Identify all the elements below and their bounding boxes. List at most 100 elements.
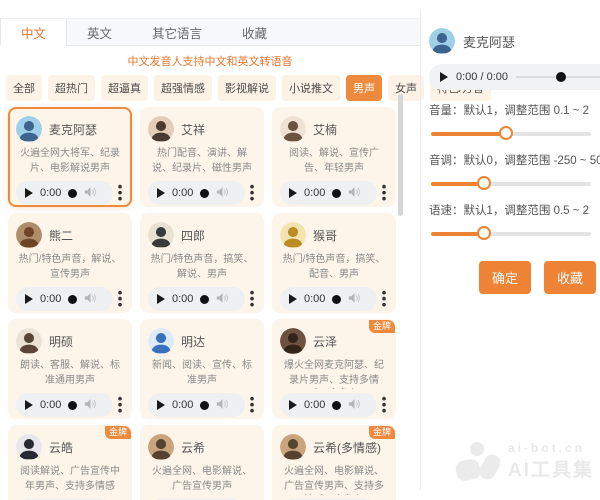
voice-card[interactable]: 猴哥热门/特色声音，搞笑、配音、男声0:00 ••• xyxy=(272,213,396,313)
kebab-menu-icon[interactable]: ••• xyxy=(248,184,256,202)
audio-time: 0:00 xyxy=(304,187,325,199)
audio-progress-knob[interactable] xyxy=(200,189,209,198)
slider-knob[interactable] xyxy=(477,176,491,190)
voice-card[interactable]: 金牌 云希(多情感)火遍全网、电影解说、广告宣传男声、支持多情感、多角色0:00… xyxy=(272,425,396,500)
voice-card[interactable]: 明硕朗读、客服、解说、标准通用男声0:00 ••• xyxy=(8,319,132,419)
audio-time: 0:00 xyxy=(172,187,193,199)
kebab-menu-icon[interactable]: ••• xyxy=(248,290,256,308)
audio-progress-knob[interactable] xyxy=(200,295,209,304)
speaker-icon-wrap[interactable] xyxy=(216,292,229,307)
person-avatar-icon xyxy=(280,116,306,142)
audio-time: 0:00 xyxy=(40,293,61,305)
play-icon[interactable] xyxy=(157,400,165,410)
filter-chip[interactable]: 男声 xyxy=(346,75,382,101)
voice-audio-player[interactable]: 0:00 xyxy=(148,287,245,311)
speaker-icon xyxy=(84,292,97,304)
scrollbar-thumb[interactable] xyxy=(398,94,403,216)
play-icon[interactable] xyxy=(157,188,165,198)
voice-name: 明硕 xyxy=(49,333,73,350)
audio-progress-knob[interactable] xyxy=(200,401,209,410)
favorite-button[interactable]: 收藏 xyxy=(544,261,596,294)
panel-divider xyxy=(420,10,421,490)
voice-card[interactable]: 艾楠阅读、解说、宣传广告、年轻男声0:00 ••• xyxy=(272,107,396,207)
voice-avatar xyxy=(148,116,174,142)
play-icon[interactable] xyxy=(25,188,33,198)
kebab-menu-icon[interactable]: ••• xyxy=(116,184,124,202)
tab-其它语言[interactable]: 其它语言 xyxy=(132,19,222,45)
voice-audio-player[interactable]: 0:00 xyxy=(148,181,245,205)
voice-player-row: 0:00 ••• xyxy=(280,287,388,311)
slider-knob[interactable] xyxy=(499,126,513,140)
play-icon[interactable] xyxy=(289,294,297,304)
voice-controls: 音量：默认1，调整范围 0.1 ~ 2音调：默认0，调整范围 -250 ~ 50… xyxy=(429,102,600,241)
tab-收藏[interactable]: 收藏 xyxy=(222,19,287,45)
person-avatar-icon xyxy=(280,434,306,460)
voice-audio-player[interactable]: 0:00 xyxy=(280,181,377,205)
voice-card[interactable]: 金牌 云泽爆火全网麦克阿瑟、纪录片男声、支持多情感、多角色0:00 ••• xyxy=(272,319,396,419)
preview-audio-player[interactable]: 0:00 / 0:00 xyxy=(429,64,600,90)
speaker-icon-wrap[interactable] xyxy=(348,398,361,413)
speaker-icon-wrap[interactable] xyxy=(84,398,97,413)
audio-progress-knob[interactable] xyxy=(556,72,566,82)
filter-chip[interactable]: 小说推文 xyxy=(282,75,340,101)
kebab-menu-icon[interactable]: ••• xyxy=(380,290,388,308)
filter-chip[interactable]: 超热门 xyxy=(48,75,95,101)
kebab-menu-icon[interactable]: ••• xyxy=(380,396,388,414)
speaker-icon-wrap[interactable] xyxy=(348,292,361,307)
kebab-menu-icon[interactable]: ••• xyxy=(380,184,388,202)
play-icon[interactable] xyxy=(25,294,33,304)
confirm-button[interactable]: 确定 xyxy=(479,261,531,294)
play-icon[interactable] xyxy=(440,72,448,82)
voice-audio-player[interactable]: 0:00 xyxy=(148,393,245,417)
voice-audio-player[interactable]: 0:00 xyxy=(280,393,377,417)
play-icon[interactable] xyxy=(289,400,297,410)
voice-card-header: 猴哥 xyxy=(280,222,388,248)
play-icon[interactable] xyxy=(25,400,33,410)
speaker-icon-wrap[interactable] xyxy=(216,398,229,413)
slider-knob[interactable] xyxy=(477,226,491,240)
speaker-icon-wrap[interactable] xyxy=(84,292,97,307)
speaker-icon-wrap[interactable] xyxy=(84,186,97,201)
voice-name: 云希(多情感) xyxy=(313,439,381,456)
filter-chip[interactable]: 超逼真 xyxy=(101,75,148,101)
voice-card[interactable]: 云希火遍全网、电影解说、广告宣传男声0:00 ••• xyxy=(140,425,264,500)
speaker-icon-wrap[interactable] xyxy=(216,186,229,201)
tab-英文[interactable]: 英文 xyxy=(67,19,132,45)
voice-card[interactable]: 麦克阿瑟火遍全网大将军、纪录片、电影解说男声0:00 ••• xyxy=(8,107,132,207)
slider[interactable] xyxy=(431,227,591,241)
voice-avatar xyxy=(148,328,174,354)
audio-progress-knob[interactable] xyxy=(68,401,77,410)
voice-card[interactable]: 明达新闻、阅读、宣传、标准男声0:00 ••• xyxy=(140,319,264,419)
kebab-menu-icon[interactable]: ••• xyxy=(116,290,124,308)
voice-audio-player[interactable]: 0:00 xyxy=(280,287,377,311)
voice-audio-player[interactable]: 0:00 xyxy=(16,181,113,205)
play-icon[interactable] xyxy=(157,294,165,304)
tab-中文[interactable]: 中文 xyxy=(0,19,67,46)
voice-card[interactable]: 熊二热门/特色声音，解说、宣传男声0:00 ••• xyxy=(8,213,132,313)
kebab-menu-icon[interactable]: ••• xyxy=(116,396,124,414)
slider[interactable] xyxy=(431,127,591,141)
filter-chip[interactable]: 女声 xyxy=(388,75,424,101)
audio-progress-knob[interactable] xyxy=(332,401,341,410)
voice-name: 云皓 xyxy=(49,439,73,456)
audio-progress-track[interactable] xyxy=(516,76,600,78)
person-avatar-icon xyxy=(148,434,174,460)
audio-progress-knob[interactable] xyxy=(332,189,341,198)
voice-list-panel: 中文英文其它语言收藏 中文发音人支持中文和英文转语音 全部超热门超逼真超强情感影… xyxy=(0,0,420,500)
voice-card[interactable]: 金牌 云皓阅读解说、广告宣传中年男声、支持多情感0:00 ••• xyxy=(8,425,132,500)
kebab-menu-icon[interactable]: ••• xyxy=(248,396,256,414)
filter-chip[interactable]: 全部 xyxy=(6,75,42,101)
filter-chip[interactable]: 影视解说 xyxy=(218,75,276,101)
voice-card[interactable]: 四郎热门/特色声音，搞笑、解说、男声0:00 ••• xyxy=(140,213,264,313)
audio-progress-knob[interactable] xyxy=(68,189,77,198)
audio-progress-knob[interactable] xyxy=(332,295,341,304)
filter-chip[interactable]: 超强情感 xyxy=(154,75,212,101)
voice-audio-player[interactable]: 0:00 xyxy=(16,287,113,311)
slider[interactable] xyxy=(431,177,591,191)
speaker-icon-wrap[interactable] xyxy=(348,186,361,201)
audio-progress-knob[interactable] xyxy=(68,295,77,304)
voice-audio-player[interactable]: 0:00 xyxy=(16,393,113,417)
play-icon[interactable] xyxy=(289,188,297,198)
person-avatar-icon xyxy=(280,222,306,248)
voice-card[interactable]: 艾祥热门配音、演讲、解说、纪录片、磁性男声0:00 ••• xyxy=(140,107,264,207)
